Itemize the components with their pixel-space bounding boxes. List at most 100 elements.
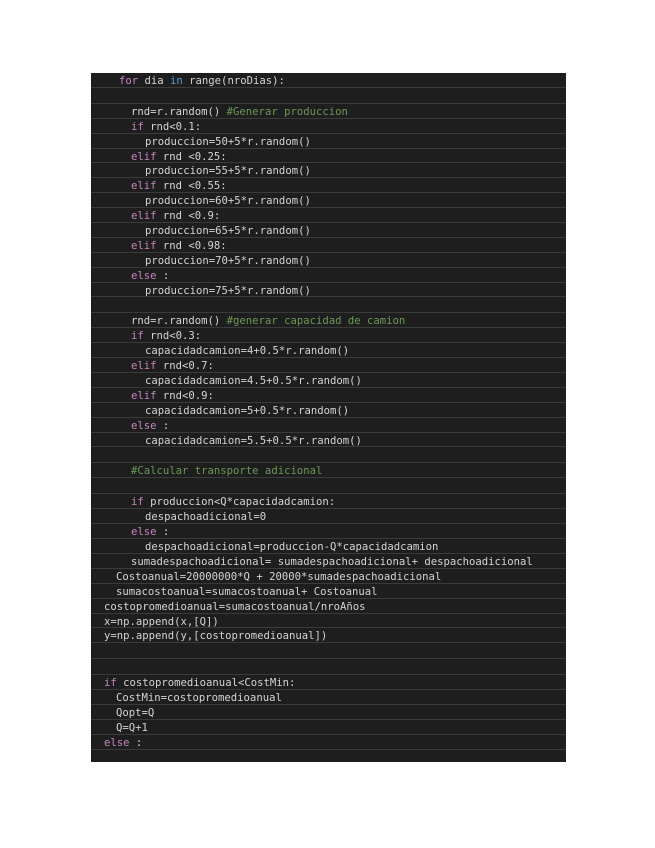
- code-line-text: produccion=75+5*r.random(): [145, 284, 311, 298]
- code-line: y=np.append(y,[costopromedioanual]): [91, 628, 566, 644]
- code-line-text: Qopt=Q: [116, 706, 154, 720]
- code-line-text: elif rnd <0.25:: [131, 150, 227, 164]
- code-keyword: if: [104, 677, 124, 690]
- code-token: dia: [144, 75, 171, 87]
- code-token: Qopt=Q: [116, 707, 155, 720]
- code-token: capacidadcamion=4.5+0.5*r.random(): [145, 375, 362, 388]
- code-keyword: elif: [131, 210, 163, 223]
- code-token: :: [162, 269, 170, 282]
- code-line-text: produccion=55+5*r.random(): [145, 164, 311, 178]
- code-token: sumacostoanual=sumacostoanual+ Costoanua…: [116, 585, 378, 598]
- code-line: x=np.append(x,[Q]): [91, 614, 566, 629]
- code-comment: #generar capacidad de camion: [226, 315, 406, 328]
- code-line: if costopromedioanual<CostMin:: [91, 675, 566, 691]
- code-token: capacidadcamion=4+0.5*r.random(): [145, 345, 350, 358]
- code-line-text: costopromedioanual=sumacostoanual/nroAño…: [104, 600, 366, 614]
- code-line: [91, 297, 566, 314]
- code-line-text: else :: [131, 419, 169, 433]
- code-token: rnd<0.7:: [162, 360, 214, 373]
- code-line: capacidadcamion=5+0.5*r.random(): [91, 403, 566, 418]
- code-token: rnd <0.55:: [162, 180, 227, 193]
- code-line: produccion=60+5*r.random(): [91, 193, 566, 209]
- code-token: range(nroDias):: [189, 75, 285, 87]
- code-line-text: elif rnd <0.98:: [131, 239, 227, 253]
- code-keyword: if: [131, 120, 151, 133]
- code-line-text: capacidadcamion=5.5+0.5*r.random(): [145, 434, 362, 448]
- code-line-text: capacidadcamion=5+0.5*r.random(): [145, 404, 349, 418]
- code-keyword: in: [170, 75, 190, 87]
- code-line-text: elif rnd <0.9:: [131, 209, 220, 223]
- code-token: rnd<0.3:: [150, 330, 202, 343]
- code-token: x=np.append(x,[Q]): [104, 615, 219, 628]
- code-line-text: else :: [104, 736, 142, 750]
- code-line: rnd=r.random() #generar capacidad de cam…: [91, 313, 566, 329]
- code-token: y=np.append(y,[costopromedioanual]): [104, 630, 328, 643]
- code-keyword: elif: [131, 389, 163, 402]
- code-line: despachoadicional=0: [91, 509, 566, 525]
- code-line: costopromedioanual=sumacostoanual/nroAño…: [91, 599, 566, 614]
- code-block: for dia in range(nroDias): rnd=r.random()…: [91, 73, 566, 762]
- code-line: else :: [91, 418, 566, 433]
- code-line: if produccion<Q*capacidadcamion:: [91, 494, 566, 510]
- code-line: if rnd<0.3:: [91, 328, 566, 344]
- code-line: [91, 478, 566, 495]
- code-line: capacidadcamion=5.5+0.5*r.random(): [91, 433, 566, 448]
- code-token: Q=Q+1: [116, 721, 148, 734]
- code-line: [91, 659, 566, 676]
- code-line-text: rnd=r.random() #generar capacidad de cam…: [131, 314, 405, 328]
- code-line: else :: [91, 735, 566, 750]
- code-keyword: elif: [131, 360, 163, 373]
- code-line: else :: [91, 268, 566, 283]
- code-token: despachoadicional=produccion-Q*capacidad…: [145, 541, 439, 554]
- code-token: capacidadcamion=5+0.5*r.random(): [145, 404, 350, 417]
- code-token: produccion=55+5*r.random(): [145, 165, 311, 178]
- code-line-text: else :: [131, 269, 169, 283]
- code-line: CostMin=costopromedioanual: [91, 690, 566, 706]
- code-token: rnd=r.random(): [131, 105, 227, 118]
- code-token: produccion=60+5*r.random(): [145, 195, 311, 208]
- code-line: [91, 447, 566, 464]
- code-line-text: Costoanual=20000000*Q + 20000*sumadespac…: [116, 570, 441, 584]
- code-token: sumadespachoadicional= sumadespachoadici…: [131, 555, 533, 568]
- code-line-text: despachoadicional=produccion-Q*capacidad…: [145, 540, 438, 554]
- code-line: produccion=75+5*r.random(): [91, 283, 566, 298]
- code-line: else :: [91, 524, 566, 540]
- code-line-text: capacidadcamion=4+0.5*r.random(): [145, 344, 349, 358]
- code-token: :: [162, 526, 170, 539]
- code-line: capacidadcamion=4.5+0.5*r.random(): [91, 373, 566, 388]
- code-line: elif rnd <0.98:: [91, 238, 566, 253]
- code-keyword: else: [131, 269, 163, 282]
- code-token: despachoadicional=0: [145, 511, 267, 524]
- code-token: Costoanual=20000000*Q + 20000*sumadespac…: [116, 570, 442, 583]
- code-line: produccion=50+5*r.random(): [91, 134, 566, 149]
- code-token: rnd <0.9:: [162, 210, 221, 223]
- code-line: rnd=r.random() #Generar produccion: [91, 104, 566, 119]
- code-line-text: sumadespachoadicional= sumadespachoadici…: [131, 555, 533, 569]
- code-line: Costoanual=20000000*Q + 20000*sumadespac…: [91, 569, 566, 584]
- code-keyword: for: [119, 75, 145, 87]
- code-line: if rnd<0.1:: [91, 119, 566, 134]
- code-line: [91, 643, 566, 660]
- code-line: elif rnd <0.55:: [91, 178, 566, 194]
- code-token: costopromedioanual=sumacostoanual/nroAño…: [104, 600, 366, 613]
- code-line: sumadespachoadicional= sumadespachoadici…: [91, 554, 566, 569]
- code-token: produccion=75+5*r.random(): [145, 284, 311, 297]
- code-line: for dia in range(nroDias):: [91, 73, 566, 88]
- code-line-text: CostMin=costopromedioanual: [116, 691, 282, 705]
- code-line: Qopt=Q: [91, 705, 566, 720]
- code-line-text: else :: [131, 525, 169, 539]
- code-line-text: Q=Q+1: [116, 721, 148, 735]
- code-line: sumacostoanual=sumacostoanual+ Costoanua…: [91, 584, 566, 599]
- code-token: :: [135, 736, 143, 749]
- code-line: despachoadicional=produccion-Q*capacidad…: [91, 539, 566, 554]
- code-line-text: produccion=65+5*r.random(): [145, 224, 311, 238]
- code-line-text: rnd=r.random() #Generar produccion: [131, 105, 348, 119]
- code-token: costopromedioanual<CostMin:: [123, 677, 296, 690]
- code-keyword: else: [131, 526, 163, 539]
- code-line: elif rnd<0.9:: [91, 388, 566, 403]
- code-line: produccion=55+5*r.random(): [91, 163, 566, 179]
- code-token: capacidadcamion=5.5+0.5*r.random(): [145, 434, 362, 447]
- code-line-text: #Calcular transporte adicional: [131, 464, 322, 478]
- code-keyword: else: [104, 736, 136, 749]
- code-line: produccion=65+5*r.random(): [91, 223, 566, 238]
